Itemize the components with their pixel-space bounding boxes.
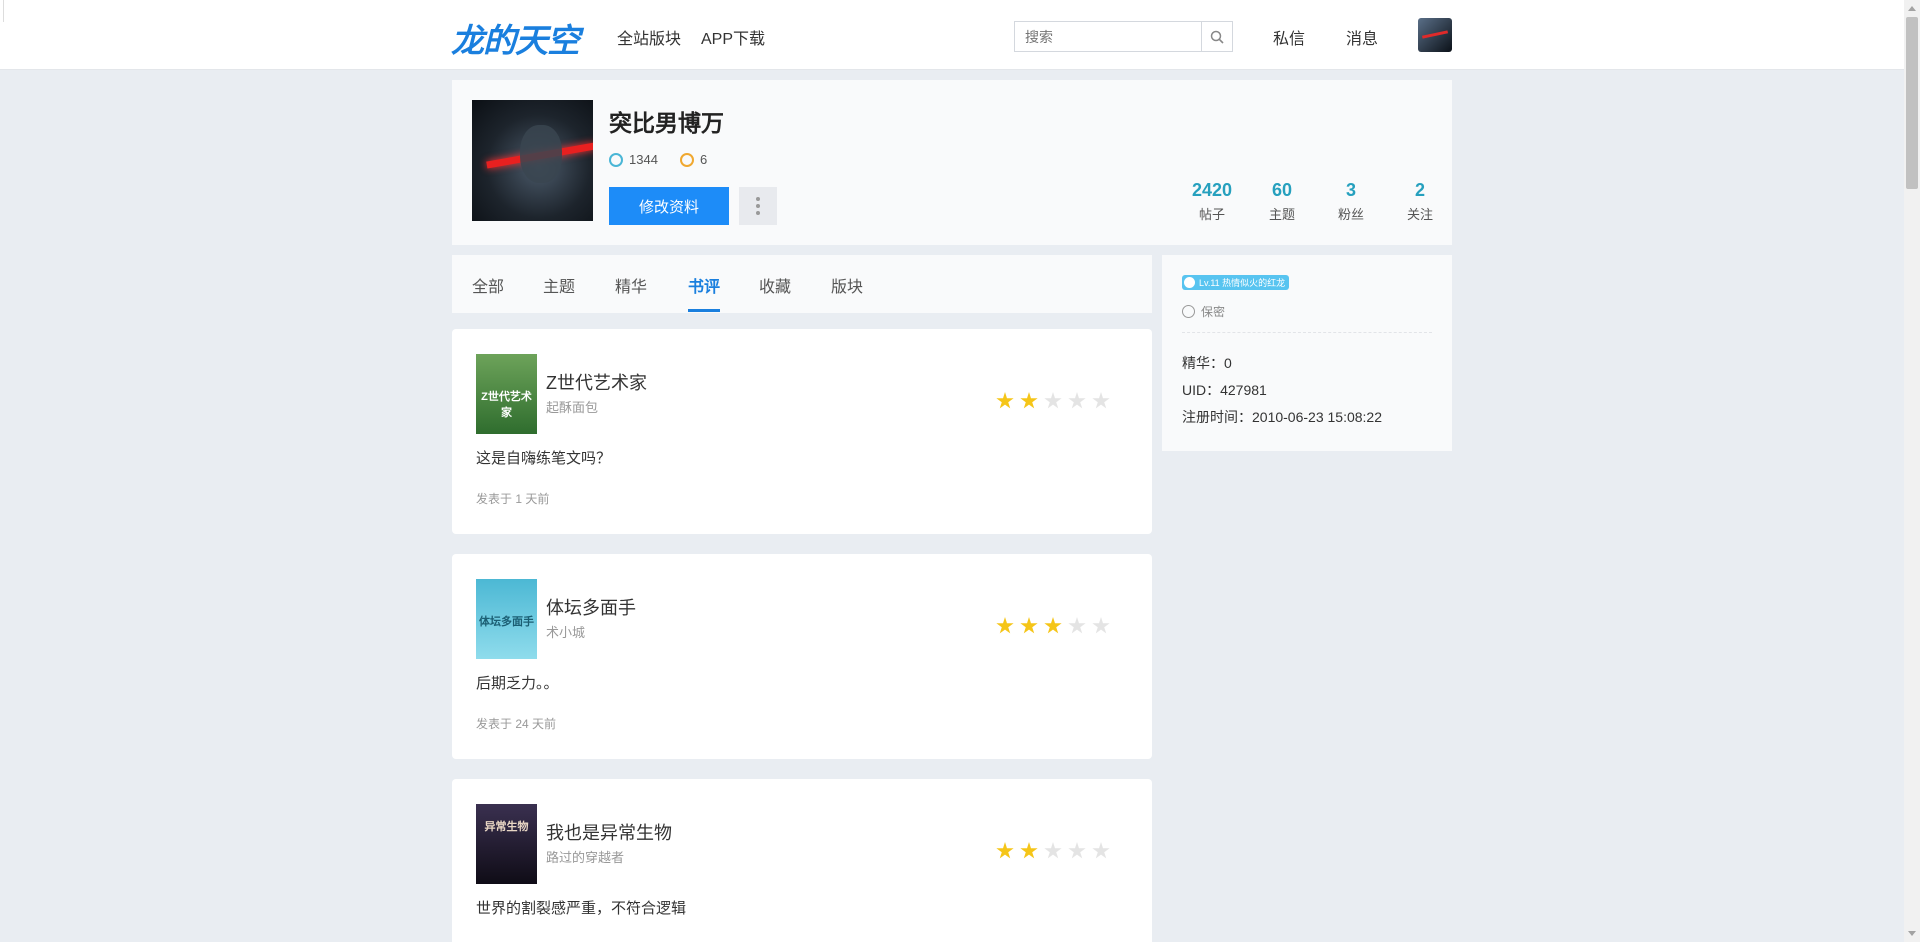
stat-following-label: 关注 [1406, 207, 1433, 222]
rating-stars [996, 842, 1110, 860]
book-author[interactable]: 路过的穿越者 [546, 847, 624, 866]
rating-stars [996, 392, 1110, 410]
star-icon [1044, 392, 1062, 409]
coin-b: 6 [680, 152, 707, 167]
dragon-coin-icon [609, 152, 623, 167]
stat-fans[interactable]: 3 粉丝 [1316, 180, 1386, 223]
more-options-button[interactable] [739, 187, 777, 225]
star-icon [1068, 842, 1086, 859]
cover-title: 异常生物 [484, 821, 529, 833]
tab-essence[interactable]: 精华 [615, 273, 647, 297]
stat-fans-label: 粉丝 [1337, 207, 1364, 222]
nav-all-boards[interactable]: 全站版块 [617, 25, 681, 49]
star-icon [1068, 392, 1086, 409]
cover-title: 体坛多面手 [479, 616, 534, 628]
star-icon [1044, 617, 1062, 634]
stat-fans-num: 3 [1345, 180, 1356, 200]
rating-stars [996, 617, 1110, 635]
coin-b-value: 6 [700, 152, 708, 167]
star-icon [1068, 617, 1086, 634]
active-tab-indicator [688, 309, 720, 312]
edit-profile-button[interactable]: 修改资料 [609, 187, 729, 225]
coin-a: 1344 [609, 152, 658, 167]
book-cover[interactable]: 体坛多面手 [476, 579, 537, 659]
book-title[interactable]: 我也是异常生物 [546, 819, 672, 845]
book-title[interactable]: Z世代艺术家 [546, 369, 647, 395]
tab-favorites[interactable]: 收藏 [759, 273, 791, 297]
star-icon [996, 842, 1014, 859]
book-cover[interactable]: Z世代艺术家 [476, 354, 537, 434]
review-time: 发表于 1 天前 [476, 492, 550, 506]
level-icon [1184, 277, 1195, 288]
review-card[interactable]: 体坛多面手 体坛多面手 术小城 后期乏力。。 发表于 24 天前 [452, 554, 1152, 759]
user-info-card: Lv.11 热情似火的红龙 保密 精华：0 UID：427981 注册时间：20… [1162, 255, 1452, 451]
stat-threads-num: 60 [1271, 180, 1293, 200]
review-text: 后期乏力。。 [476, 675, 559, 692]
review-card[interactable]: Z世代艺术家 Z世代艺术家 起酥面包 这是自嗨练笔文吗？ 发表于 1 天前 [452, 329, 1152, 534]
book-title[interactable]: 体坛多面手 [546, 594, 636, 620]
gold-coin-icon [680, 152, 694, 167]
profile-card: 突比男博万 1344 6 修改资料 2420 帖子 60 主题 3 粉丝 2 关… [452, 80, 1452, 245]
nav-private-messages[interactable]: 私信 [1273, 25, 1305, 49]
star-icon [1044, 842, 1062, 859]
stat-posts[interactable]: 2420 帖子 [1177, 180, 1247, 223]
stat-threads[interactable]: 60 主题 [1247, 180, 1317, 223]
search-button[interactable] [1201, 22, 1232, 51]
scroll-up-arrow-icon[interactable] [1908, 6, 1916, 11]
cover-title: Z世代艺术家 [481, 391, 532, 419]
profile-name: 突比男博万 [609, 110, 724, 136]
star-icon [1020, 617, 1038, 634]
coin-a-value: 1344 [629, 152, 658, 167]
star-icon [996, 617, 1014, 634]
profile-tabs: 全部 主题 精华 书评 收藏 版块 [452, 255, 1152, 313]
divider [1182, 332, 1432, 333]
user-avatar[interactable] [1418, 18, 1452, 52]
book-author[interactable]: 起酥面包 [546, 397, 598, 416]
window-corner [0, 0, 4, 22]
profile-avatar[interactable] [472, 100, 593, 221]
star-icon [1020, 842, 1038, 859]
stat-following-num: 2 [1414, 180, 1425, 200]
review-text: 这是自嗨练笔文吗？ [476, 450, 612, 467]
gender-icon [1182, 305, 1195, 318]
review-text: 世界的割裂感严重，不符合逻辑 [476, 900, 687, 917]
more-dots-icon [756, 197, 760, 201]
star-icon [1020, 392, 1038, 409]
level-text: Lv.11 热情似火的红龙 [1199, 278, 1286, 288]
tab-book-reviews[interactable]: 书评 [688, 273, 720, 297]
search-icon [1210, 30, 1224, 44]
star-icon [1092, 392, 1110, 409]
user-uid: UID：427981 [1182, 382, 1267, 398]
review-card[interactable]: 异常生物 我也是异常生物 路过的穿越者 世界的割裂感严重，不符合逻辑 [452, 779, 1152, 942]
search-input[interactable] [1015, 22, 1199, 51]
star-icon [1092, 842, 1110, 859]
top-navbar: 龙的天空 全站版块 APP下载 私信 消息 [0, 0, 1904, 70]
search-box [1014, 21, 1233, 52]
nav-app-download[interactable]: APP下载 [701, 25, 765, 49]
scroll-down-arrow-icon[interactable] [1908, 931, 1916, 936]
stat-posts-num: 2420 [1191, 180, 1233, 200]
stat-threads-label: 主题 [1268, 207, 1295, 222]
stat-following[interactable]: 2 关注 [1385, 180, 1455, 223]
stat-posts-label: 帖子 [1198, 207, 1225, 222]
level-badge[interactable]: Lv.11 热情似火的红龙 [1182, 275, 1290, 290]
star-icon [1092, 617, 1110, 634]
tab-boards[interactable]: 版块 [831, 273, 863, 297]
book-cover[interactable]: 异常生物 [476, 804, 537, 884]
scroll-thumb[interactable] [1906, 17, 1918, 189]
nav-notifications[interactable]: 消息 [1346, 25, 1378, 49]
register-time: 注册时间：2010-06-23 15:08:22 [1182, 409, 1382, 425]
site-logo[interactable]: 龙的天空 [451, 14, 580, 62]
gender-privacy: 保密 [1182, 303, 1225, 320]
scrollbar[interactable] [1904, 0, 1920, 942]
privacy-text: 保密 [1201, 305, 1226, 319]
tab-all[interactable]: 全部 [472, 273, 504, 297]
book-author[interactable]: 术小城 [546, 622, 585, 641]
essence-count: 精华：0 [1182, 355, 1232, 371]
star-icon [996, 392, 1014, 409]
review-time: 发表于 24 天前 [476, 717, 557, 731]
tab-threads[interactable]: 主题 [543, 273, 575, 297]
